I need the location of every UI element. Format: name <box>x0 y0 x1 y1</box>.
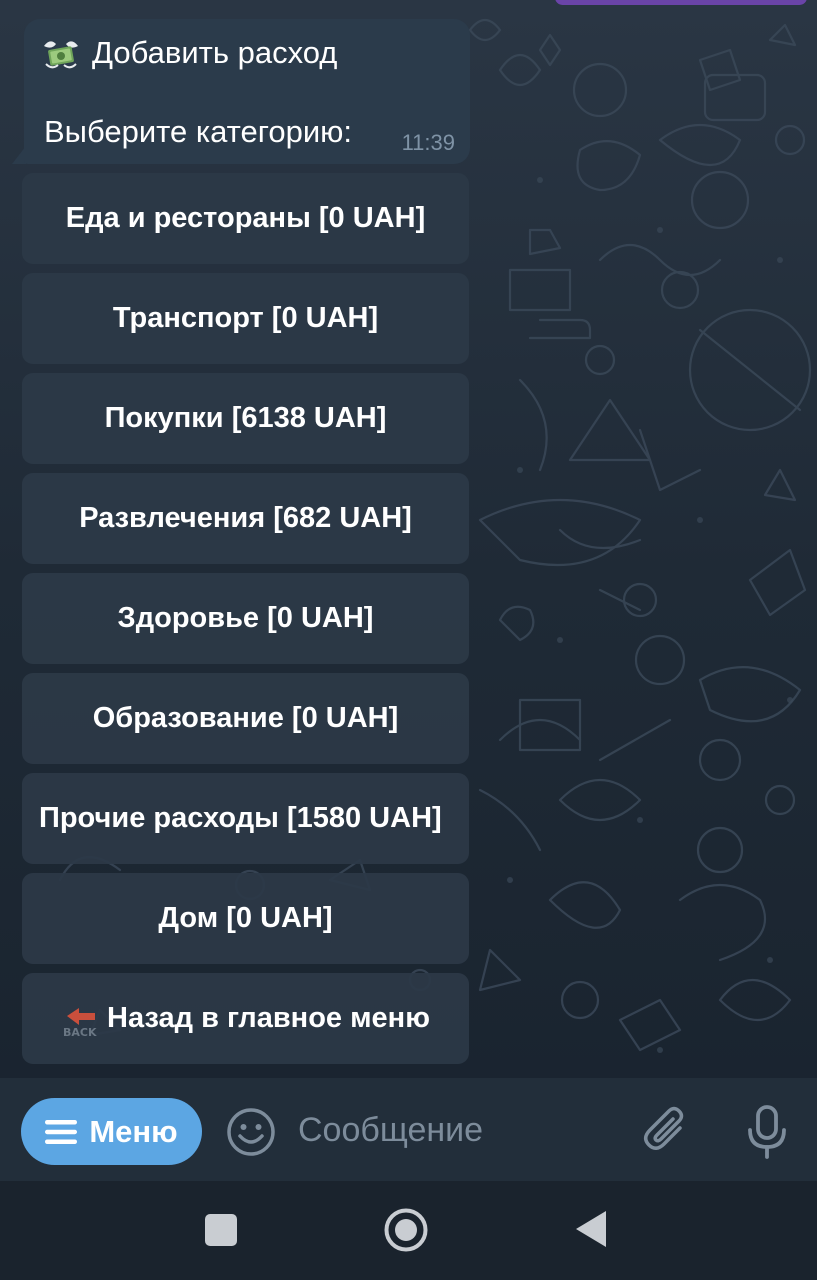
back-button-label: Назад в главное меню <box>107 1002 430 1034</box>
emoji-icon[interactable] <box>226 1107 276 1157</box>
message-input[interactable] <box>298 1104 618 1156</box>
category-button-label: Здоровье [0 UAH] <box>117 602 374 634</box>
message-time: 11:39 <box>401 130 455 155</box>
category-button-label: Еда и рестораны [0 UAH] <box>65 202 426 234</box>
menu-button-label: Меню <box>89 1113 178 1149</box>
system-navigation-bar <box>0 1181 817 1280</box>
category-button-label: Транспорт [0 UAH] <box>112 302 379 334</box>
category-button-label: Дом [0 UAH] <box>158 902 333 934</box>
category-button-label: Образование [0 UAH] <box>92 702 399 734</box>
bot-message-bubble: Добавить расход Выберите категорию: 11:3… <box>24 19 470 164</box>
hamburger-icon <box>45 1119 78 1144</box>
back-to-main-menu-button[interactable]: BACK Назад в главное меню <box>22 973 469 1064</box>
back-triangle-icon[interactable] <box>574 1209 608 1249</box>
paperclip-icon[interactable] <box>642 1106 692 1156</box>
category-button-other[interactable]: Прочие расходы [1580 UAH] <box>22 773 469 864</box>
category-button-label: Покупки [6138 UAH] <box>104 402 387 434</box>
category-button-education[interactable]: Образование [0 UAH] <box>22 673 469 764</box>
money-with-wings-icon <box>44 41 78 69</box>
svg-text:BACK: BACK <box>63 1026 97 1038</box>
message-title: Добавить расход <box>92 35 338 70</box>
microphone-icon[interactable] <box>743 1104 791 1160</box>
home-circle-icon[interactable] <box>383 1207 429 1253</box>
message-input-bar: Меню <box>0 1078 817 1181</box>
category-button-transport[interactable]: Транспорт [0 UAH] <box>22 273 469 364</box>
message-prompt: Выберите категорию: <box>44 114 353 149</box>
category-button-label: Прочие расходы [1580 UAH] <box>39 802 442 834</box>
previous-outgoing-message <box>555 0 807 5</box>
back-arrow-icon: BACK <box>63 1007 97 1038</box>
category-button-label: Развлечения [682 UAH] <box>79 502 412 534</box>
bot-menu-button[interactable]: Меню <box>21 1098 202 1165</box>
category-button-shopping[interactable]: Покупки [6138 UAH] <box>22 373 469 464</box>
category-button-health[interactable]: Здоровье [0 UAH] <box>22 573 469 664</box>
category-button-entertainment[interactable]: Развлечения [682 UAH] <box>22 473 469 564</box>
recents-square-icon[interactable] <box>205 1214 237 1246</box>
category-button-food[interactable]: Еда и рестораны [0 UAH] <box>22 173 469 264</box>
category-button-home[interactable]: Дом [0 UAH] <box>22 873 469 964</box>
